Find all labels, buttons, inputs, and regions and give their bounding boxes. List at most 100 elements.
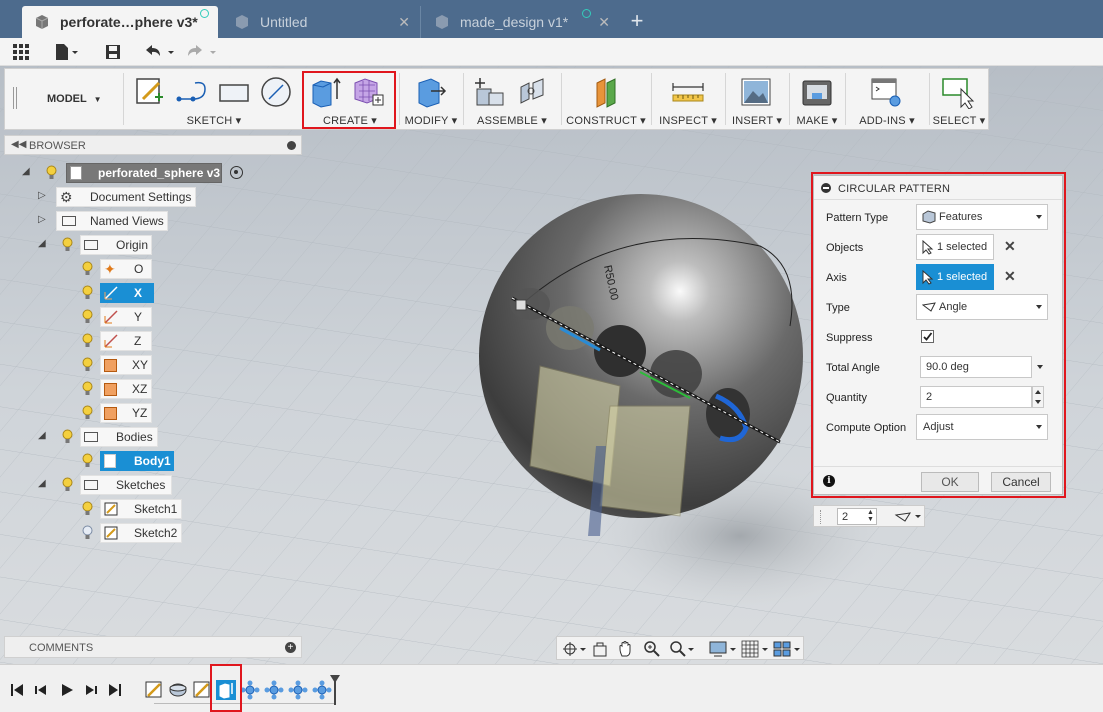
- visibility-bulb-icon[interactable]: [46, 165, 57, 181]
- expand-triangle-icon[interactable]: ◢: [22, 166, 30, 177]
- grid-settings-icon[interactable]: [741, 640, 769, 658]
- timeline-play-icon[interactable]: [60, 683, 74, 697]
- ribbon-grip-handle[interactable]: [13, 87, 17, 109]
- rectangle-tool-icon[interactable]: [217, 75, 251, 109]
- scripts-add-ins-icon[interactable]: [869, 75, 903, 109]
- ribbon-group-construct[interactable]: CONSTRUCT ▾: [563, 69, 649, 129]
- expand-triangle-icon[interactable]: ◢: [38, 430, 46, 441]
- line-tool-icon[interactable]: [175, 75, 209, 109]
- redo-icon[interactable]: [186, 43, 218, 61]
- create-sketch-icon[interactable]: [133, 75, 167, 109]
- expand-triangle-icon[interactable]: ◢: [38, 238, 46, 249]
- visibility-bulb-icon[interactable]: [82, 261, 93, 277]
- browser-panel-header[interactable]: ◀◀ BROWSER: [4, 135, 302, 155]
- ribbon-group-add-ins[interactable]: ADD-INS ▾: [847, 69, 927, 129]
- pan-hand-icon[interactable]: [617, 640, 635, 658]
- visibility-bulb-icon[interactable]: [82, 357, 93, 373]
- visibility-bulb-icon[interactable]: [82, 285, 93, 301]
- fit-zoom-icon[interactable]: [669, 640, 695, 658]
- visibility-bulb-icon[interactable]: [62, 477, 73, 493]
- timeline-marker-handle[interactable]: [330, 675, 340, 705]
- save-icon[interactable]: [104, 43, 122, 61]
- timeline-pattern-feature-icon[interactable]: [264, 680, 284, 700]
- visibility-bulb-icon[interactable]: [62, 237, 73, 253]
- timeline-pattern-feature-icon[interactable]: [312, 680, 332, 700]
- browser-item-named-views[interactable]: ▷ Named Views: [36, 211, 176, 231]
- browser-item-sketches[interactable]: ◢ Sketches: [36, 475, 176, 495]
- comments-panel[interactable]: COMMENTS +: [4, 636, 302, 658]
- tab-perforated-sphere[interactable]: perforate…phere v3*: [22, 6, 218, 38]
- insert-image-icon[interactable]: [739, 75, 773, 109]
- expand-triangle-icon[interactable]: ▷: [38, 190, 46, 201]
- timeline-next-icon[interactable]: [84, 683, 98, 697]
- browser-item-y-axis[interactable]: Y: [78, 307, 158, 327]
- file-menu-icon[interactable]: [54, 43, 78, 61]
- visibility-bulb-icon[interactable]: [82, 381, 93, 397]
- timeline-previous-icon[interactable]: [34, 683, 48, 697]
- ribbon-group-make[interactable]: MAKE ▾: [791, 69, 843, 129]
- zoom-icon[interactable]: [643, 640, 661, 658]
- hud-grip[interactable]: [820, 510, 822, 524]
- close-tab-icon[interactable]: ✕: [398, 14, 410, 31]
- ribbon-group-assemble[interactable]: ASSEMBLE ▾: [465, 69, 559, 129]
- ribbon-group-modify[interactable]: MODIFY ▾: [401, 69, 461, 129]
- browser-item-sketch1[interactable]: Sketch1: [78, 499, 188, 519]
- data-panel-grid-icon[interactable]: [12, 43, 30, 61]
- orbit-icon[interactable]: [561, 640, 587, 658]
- expand-triangle-icon[interactable]: ◢: [38, 478, 46, 489]
- visibility-bulb-icon[interactable]: [82, 501, 93, 517]
- visibility-bulb-icon[interactable]: [82, 333, 93, 349]
- add-comment-icon[interactable]: +: [285, 642, 296, 653]
- visibility-bulb-icon[interactable]: [62, 429, 73, 445]
- browser-item-xz-plane[interactable]: XZ: [78, 379, 158, 399]
- close-tab-icon[interactable]: ✕: [598, 14, 610, 31]
- timeline-revolve-feature-icon[interactable]: [168, 680, 188, 700]
- browser-item-document-settings[interactable]: ▷ ⚙ Document Settings: [36, 187, 196, 207]
- browser-item-x-axis[interactable]: X: [78, 283, 158, 303]
- browser-item-xy-plane[interactable]: XY: [78, 355, 158, 375]
- ribbon-group-select[interactable]: SELECT ▾: [931, 69, 987, 129]
- press-pull-icon[interactable]: [413, 75, 447, 109]
- display-settings-icon[interactable]: [709, 640, 737, 658]
- timeline-sketch-feature-icon[interactable]: [144, 680, 164, 700]
- look-at-icon[interactable]: [591, 640, 609, 658]
- minimize-panel-icon[interactable]: [287, 141, 296, 150]
- angle-type-dropdown-icon[interactable]: [894, 509, 924, 525]
- workspace-switcher[interactable]: MODEL ▼: [47, 93, 102, 105]
- browser-item-sketch2[interactable]: Sketch2: [78, 523, 188, 543]
- browser-item-body1[interactable]: Body1: [78, 451, 178, 471]
- undo-icon[interactable]: [144, 43, 176, 61]
- measure-icon[interactable]: [671, 75, 705, 109]
- ribbon-group-insert[interactable]: INSERT ▾: [727, 69, 787, 129]
- hidden-bulb-icon[interactable]: [82, 525, 93, 541]
- new-tab-button[interactable]: +: [622, 6, 652, 38]
- browser-item-origin[interactable]: ◢ Origin: [36, 235, 156, 255]
- browser-item-origin-point[interactable]: ✦ O: [78, 259, 158, 279]
- collapse-panel-icon[interactable]: ◀◀: [11, 139, 26, 150]
- timeline-pattern-feature-icon[interactable]: [288, 680, 308, 700]
- circle-tool-icon[interactable]: [259, 75, 293, 109]
- timeline-pattern-feature-icon[interactable]: [240, 680, 260, 700]
- visibility-bulb-icon[interactable]: [82, 309, 93, 325]
- tab-made-design[interactable]: made_design v1* ✕: [422, 6, 618, 38]
- visibility-bulb-icon[interactable]: [82, 453, 93, 469]
- browser-root-node[interactable]: ◢ perforated_sphere v3: [20, 163, 260, 183]
- visibility-bulb-icon[interactable]: [82, 405, 93, 421]
- timeline-first-icon[interactable]: [10, 683, 24, 697]
- ribbon-group-sketch[interactable]: SKETCH ▾: [125, 69, 303, 129]
- activate-component-icon[interactable]: [230, 166, 243, 179]
- expand-triangle-icon[interactable]: ▷: [38, 214, 46, 225]
- browser-item-bodies[interactable]: ◢ Bodies: [36, 427, 166, 447]
- 3d-print-icon[interactable]: [800, 75, 834, 109]
- quantity-stepper[interactable]: ▲ ▼: [867, 509, 874, 523]
- new-component-icon[interactable]: [471, 75, 505, 109]
- timeline-last-icon[interactable]: [108, 683, 122, 697]
- tab-untitled[interactable]: Untitled ✕: [222, 6, 418, 38]
- offset-plane-icon[interactable]: [589, 75, 623, 109]
- timeline-sketch-feature-icon[interactable]: [192, 680, 212, 700]
- browser-item-z-axis[interactable]: Z: [78, 331, 158, 351]
- ribbon-group-inspect[interactable]: INSPECT ▾: [653, 69, 723, 129]
- select-cursor-icon[interactable]: [941, 75, 975, 110]
- viewports-icon[interactable]: [773, 640, 801, 658]
- browser-item-yz-plane[interactable]: YZ: [78, 403, 158, 423]
